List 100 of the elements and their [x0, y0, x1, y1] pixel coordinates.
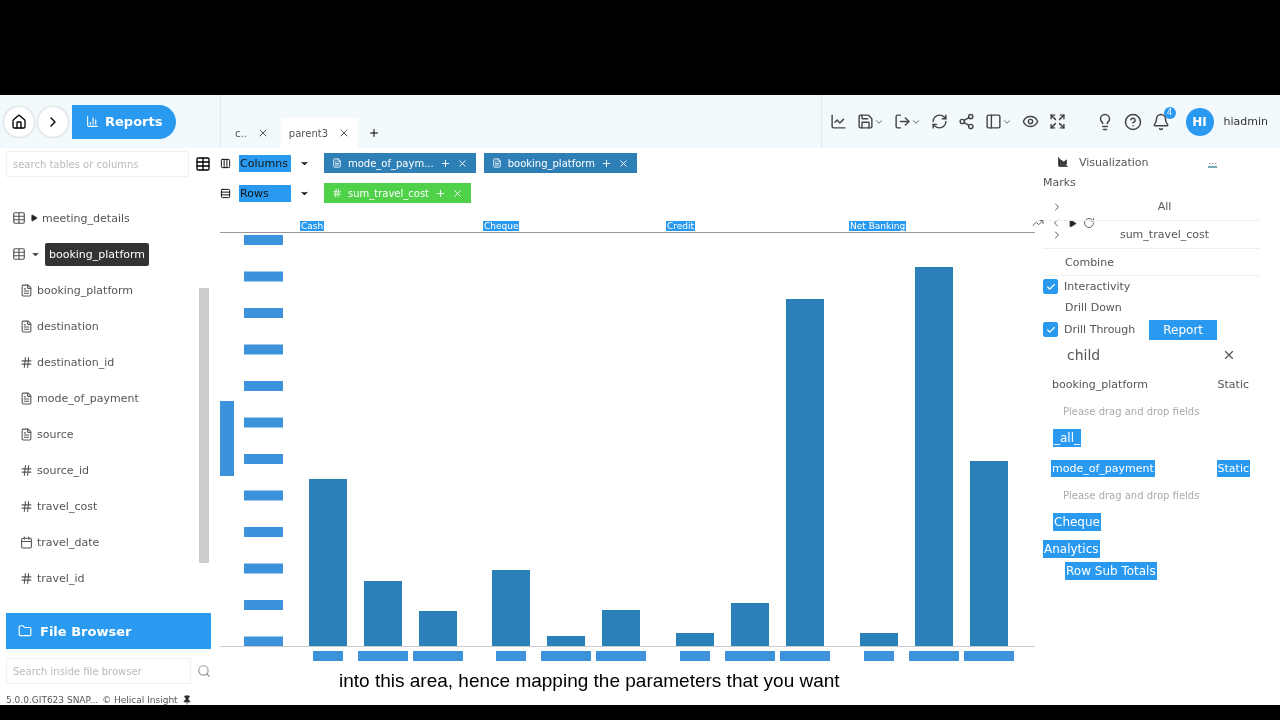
refresh-icon — [930, 113, 948, 130]
report-tab[interactable]: parent3 — [280, 118, 358, 148]
tree-item[interactable]: destination — [37, 319, 99, 333]
chart-line-button[interactable] — [829, 113, 847, 130]
checkbox[interactable] — [1043, 322, 1058, 337]
axis-label-bar — [496, 651, 526, 661]
field-pill[interactable]: booking_platform — [483, 153, 637, 173]
reset-icon[interactable] — [1083, 217, 1095, 229]
rows-icon — [220, 187, 231, 199]
folder-icon — [18, 624, 32, 638]
refresh-button[interactable] — [930, 113, 948, 130]
axis-label-bar — [864, 651, 894, 661]
checkbox[interactable] — [1043, 279, 1058, 294]
axis-label-bar — [596, 651, 646, 661]
columns-icon — [220, 157, 231, 169]
add-tab-icon[interactable] — [368, 127, 380, 139]
hash-icon — [332, 188, 342, 198]
document-icon — [20, 391, 33, 405]
category-label: Net Banking — [849, 220, 907, 231]
mode-label[interactable]: Static — [1216, 375, 1250, 393]
marks-item[interactable]: All — [1069, 200, 1260, 213]
tree-item[interactable]: source_id — [37, 463, 90, 477]
tree-item[interactable]: meeting_details — [42, 211, 130, 225]
chart-icon — [1057, 156, 1069, 168]
axis-label-bar — [244, 636, 283, 647]
share-button[interactable] — [957, 113, 975, 130]
home-icon — [11, 113, 27, 130]
shelf-label: Rows — [239, 184, 291, 202]
tree-item[interactable]: travel_cost — [37, 499, 98, 513]
analytics-heading: Analytics — [1043, 540, 1100, 558]
close-icon[interactable] — [1222, 348, 1236, 362]
tree-item[interactable]: booking_platform — [37, 283, 134, 297]
report-tab[interactable]: c.. — [227, 118, 277, 148]
close-icon[interactable] — [338, 127, 350, 139]
document-icon — [20, 427, 33, 441]
search-field[interactable]: search tables or columns — [6, 151, 189, 177]
caret-icon[interactable] — [30, 214, 38, 222]
document-icon — [332, 158, 342, 168]
trend-icon[interactable] — [1032, 217, 1044, 229]
close-icon[interactable] — [618, 157, 629, 169]
file-search-field[interactable]: Search inside file browser — [6, 658, 191, 684]
hash-icon — [20, 463, 33, 477]
axis-label-bar — [313, 651, 343, 661]
axis-label-bar — [358, 651, 408, 661]
document-icon — [20, 283, 33, 297]
save-icon — [856, 113, 874, 130]
user-name[interactable]: hiadmin — [1223, 115, 1268, 128]
hash-icon — [20, 355, 33, 369]
option-label: Interactivity — [1064, 280, 1131, 293]
scrollbar-thumb[interactable] — [199, 288, 209, 563]
help-icon — [1123, 112, 1142, 131]
next-icon[interactable] — [1068, 218, 1077, 228]
axis-label-bar — [244, 271, 283, 282]
report-name: child — [1067, 347, 1101, 363]
plus-icon[interactable] — [439, 157, 451, 169]
table-icon[interactable] — [195, 156, 211, 172]
help-button[interactable] — [1123, 112, 1142, 131]
share-icon — [957, 113, 975, 130]
parameter-value: _all_ — [1053, 429, 1082, 447]
shelf-label: Columns — [239, 154, 291, 172]
field-pill[interactable]: mode_of_paym... — [324, 153, 476, 173]
tree-item[interactable]: source — [37, 427, 74, 441]
tree-item[interactable]: mode_of_payment — [37, 391, 139, 405]
axis-label-bar — [964, 651, 1014, 661]
tree-item[interactable]: travel_date — [37, 535, 100, 549]
eye-icon — [1021, 113, 1039, 130]
axis-label-bar — [780, 651, 830, 661]
export-button[interactable] — [893, 113, 921, 130]
pin-icon[interactable] — [181, 695, 192, 705]
marks-item[interactable]: sum_travel_cost — [1069, 228, 1260, 241]
bar-chart-icon — [86, 115, 99, 128]
field-name: mode_of_payment — [1051, 459, 1155, 477]
plus-icon[interactable] — [601, 157, 612, 169]
axis-label-bar — [244, 600, 283, 610]
axis-label-bar — [244, 563, 283, 574]
close-icon[interactable] — [456, 157, 468, 169]
notification-badge: 4 — [1163, 106, 1176, 119]
fullscreen-button[interactable] — [1048, 113, 1066, 130]
axis-label-bar — [541, 651, 591, 661]
document-icon — [491, 158, 502, 168]
check-icon — [1045, 281, 1056, 292]
home-button[interactable] — [4, 106, 34, 137]
layout-icon — [984, 113, 1002, 130]
save-button[interactable] — [856, 113, 884, 130]
search-icon[interactable] — [197, 664, 211, 678]
check-icon — [1045, 324, 1056, 335]
axis-label-bar — [244, 308, 283, 318]
axis-label-bar — [244, 527, 283, 537]
tree-item[interactable]: travel_id — [37, 571, 85, 585]
preview-button[interactable] — [1021, 113, 1039, 130]
axis-label-bar — [413, 651, 463, 661]
panel-title[interactable]: Visualization — [1079, 155, 1149, 169]
combine-option[interactable]: Combine — [1065, 255, 1114, 269]
more-button[interactable]: ... — [1208, 156, 1218, 168]
axis-label-bar — [244, 454, 283, 464]
layout-button[interactable] — [984, 113, 1012, 130]
tree-item[interactable]: destination_id — [37, 355, 115, 369]
table-icon — [12, 247, 26, 261]
export-icon — [893, 113, 911, 130]
version-text: 5.0.0.GIT623 SNAP... — [6, 695, 99, 705]
